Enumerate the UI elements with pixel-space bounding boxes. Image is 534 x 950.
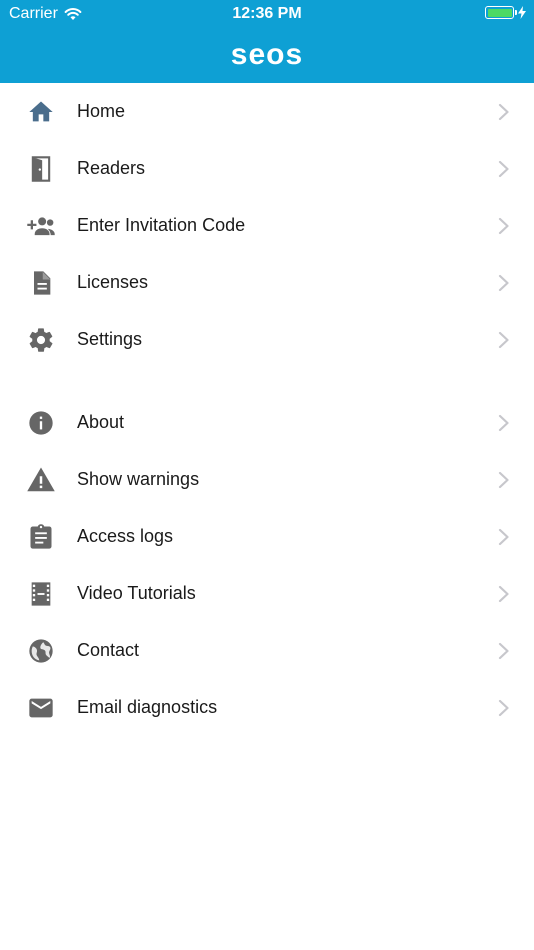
group-add-icon [25, 211, 57, 241]
status-bar: Carrier 12:36 PM [0, 0, 534, 28]
chevron-right-icon [498, 699, 509, 717]
info-icon [25, 408, 57, 438]
menu-item-settings[interactable]: Settings [0, 311, 534, 368]
menu-item-email-diagnostics[interactable]: Email diagnostics [0, 679, 534, 736]
chevron-right-icon [498, 585, 509, 603]
menu-item-label: Access logs [77, 526, 174, 546]
chevron-right-icon [498, 471, 509, 489]
battery-indicator [485, 6, 526, 19]
menu-item-label: Video Tutorials [77, 583, 196, 603]
menu-section-primary: Home Readers Enter Invitation Code Licenses… [0, 83, 534, 368]
seos-logo: seos [230, 38, 304, 71]
menu-item-label: Home [77, 101, 126, 121]
charging-bolt-icon [518, 6, 526, 19]
chevron-right-icon [498, 642, 509, 660]
menu-item-show-warnings[interactable]: Show warnings [0, 451, 534, 508]
chevron-right-icon [498, 217, 509, 235]
chevron-right-icon [498, 414, 509, 432]
globe-icon [25, 636, 57, 666]
chevron-right-icon [498, 528, 509, 546]
door-icon [25, 154, 57, 184]
menu-item-label: Show warnings [77, 469, 200, 489]
menu-item-label: Enter Invitation Code [77, 215, 246, 235]
app-header: Carrier 12:36 PM seos [0, 0, 534, 83]
menu-item-home[interactable]: Home [0, 83, 534, 140]
menu-item-video-tutorials[interactable]: Video Tutorials [0, 565, 534, 622]
battery-icon [485, 6, 517, 19]
menu-item-access-logs[interactable]: Access logs [0, 508, 534, 565]
menu-item-label: Licenses [77, 272, 149, 292]
menu-item-about[interactable]: About [0, 394, 534, 451]
menu-item-label: Contact [77, 640, 140, 660]
menu-item-label: Email diagnostics [77, 697, 218, 717]
chevron-right-icon [498, 274, 509, 292]
menu-section-secondary: About Show warnings Access logs Video Tutor… [0, 394, 534, 736]
gear-icon [25, 325, 57, 355]
film-icon [25, 579, 57, 609]
chevron-right-icon [498, 331, 509, 349]
chevron-right-icon [498, 160, 509, 178]
menu-item-label: Settings [77, 329, 143, 349]
home-icon [25, 97, 57, 127]
clipboard-icon [25, 522, 57, 552]
menu-item-label: Readers [77, 158, 146, 178]
menu-item-readers[interactable]: Readers [0, 140, 534, 197]
menu-item-licenses[interactable]: Licenses [0, 254, 534, 311]
side-menu: Home Readers Enter Invitation Code Licenses… [0, 83, 534, 736]
email-icon [25, 693, 57, 723]
clock: 12:36 PM [232, 5, 302, 22]
warning-icon [25, 465, 57, 495]
menu-item-enter-invitation-code[interactable]: Enter Invitation Code [0, 197, 534, 254]
document-icon [25, 268, 57, 298]
menu-item-contact[interactable]: Contact [0, 622, 534, 679]
menu-item-label: About [77, 412, 125, 432]
chevron-right-icon [498, 103, 509, 121]
